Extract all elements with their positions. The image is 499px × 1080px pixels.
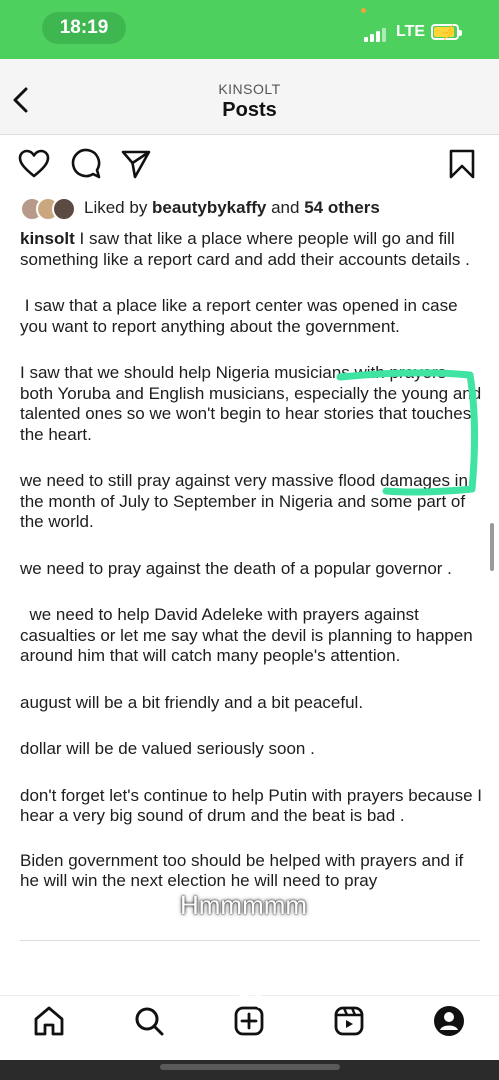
caption-paragraph: Biden government too should be helped wi… bbox=[20, 850, 464, 891]
chevron-up-icon[interactable] bbox=[234, 958, 268, 976]
clock: 18:19 bbox=[42, 12, 126, 44]
avatar bbox=[52, 197, 76, 221]
caption-text: I saw that like a place where people wil… bbox=[20, 229, 470, 269]
likes-row[interactable]: Liked by beautybykaffy and 54 others bbox=[20, 197, 490, 221]
comment-icon[interactable] bbox=[70, 148, 102, 180]
page-header: KINSOLT Posts bbox=[0, 59, 499, 135]
post-actions bbox=[0, 148, 499, 184]
home-icon[interactable] bbox=[32, 1004, 66, 1038]
caption-paragraph: kinsolt I saw that like a place where pe… bbox=[20, 229, 482, 270]
header-username: KINSOLT bbox=[218, 81, 281, 97]
likes-text: Liked by beautybykaffy and 54 others bbox=[84, 198, 380, 218]
network-label: LTE bbox=[396, 23, 426, 40]
caption-username[interactable]: kinsolt bbox=[20, 229, 75, 248]
likes-count[interactable]: 54 others bbox=[304, 198, 380, 217]
profile-icon[interactable] bbox=[432, 1004, 466, 1038]
page-title: Posts bbox=[222, 99, 277, 121]
overlay-caption: Hmmmmm bbox=[180, 890, 308, 920]
caption-paragraph: we need to pray against the death of a p… bbox=[20, 558, 452, 578]
caption-paragraph: august will be a bit friendly and a bit … bbox=[20, 692, 364, 712]
eye-slash-icon[interactable] bbox=[236, 989, 264, 1009]
battery-icon: ⚡ bbox=[431, 24, 462, 40]
caption-paragraph: we need to help David Adeleke with praye… bbox=[20, 605, 478, 665]
highlight-annotation bbox=[336, 369, 478, 496]
reels-icon[interactable] bbox=[332, 1004, 366, 1038]
indicator-dot bbox=[361, 8, 366, 13]
signal-icon bbox=[364, 26, 388, 42]
caption-paragraph: I saw that a place like a report center … bbox=[20, 296, 463, 336]
home-indicator[interactable] bbox=[160, 1064, 340, 1070]
search-icon[interactable] bbox=[132, 1004, 166, 1038]
liker-username[interactable]: beautybykaffy bbox=[152, 198, 266, 217]
caption-paragraph: don't forget let's continue to help Puti… bbox=[20, 785, 482, 826]
scrollbar[interactable] bbox=[490, 523, 494, 571]
bottom-strip bbox=[0, 1060, 499, 1080]
divider bbox=[20, 940, 480, 941]
bookmark-icon[interactable] bbox=[446, 148, 478, 180]
likes-middle: and bbox=[266, 198, 305, 217]
likes-prefix: Liked by bbox=[84, 198, 153, 217]
send-icon[interactable] bbox=[120, 148, 152, 180]
heart-icon[interactable] bbox=[18, 148, 50, 180]
post-caption: kinsolt I saw that like a place where pe… bbox=[20, 229, 482, 892]
create-icon[interactable] bbox=[232, 1004, 266, 1038]
caption-paragraph: dollar will be de valued seriously soon … bbox=[20, 739, 315, 758]
status-bar: 18:19 LTE ⚡ bbox=[0, 0, 499, 59]
